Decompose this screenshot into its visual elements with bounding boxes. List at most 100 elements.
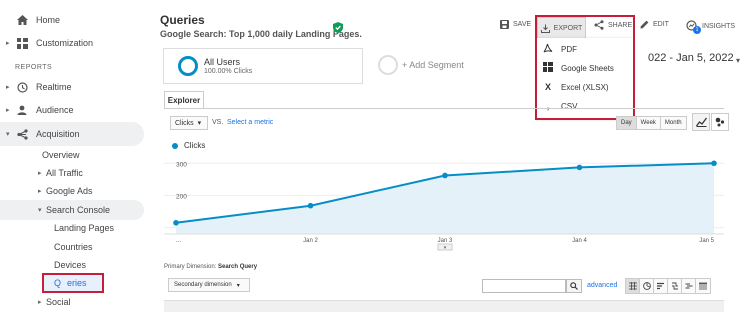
clicks-data-point[interactable] bbox=[173, 219, 179, 226]
comparison-view-button[interactable] bbox=[668, 279, 682, 293]
caret-down-icon: ▾ bbox=[6, 131, 10, 138]
insights-badge: 1 bbox=[693, 26, 701, 34]
share-button[interactable]: SHARE bbox=[594, 20, 632, 30]
sidebar-item-label: Home bbox=[36, 15, 61, 25]
sidebar-item-countries[interactable]: Countries bbox=[0, 237, 150, 257]
sidebar-item-label: Social bbox=[46, 297, 71, 307]
caret-down-icon: ▾ bbox=[38, 207, 42, 214]
period-week-button[interactable]: Week bbox=[636, 117, 661, 129]
sidebar-item-google-ads[interactable]: ▸ Google Ads bbox=[0, 181, 150, 201]
sidebar-item-home[interactable]: Home bbox=[0, 10, 150, 30]
segment-all-users[interactable]: All Users 100.00% Clicks bbox=[163, 48, 363, 84]
sidebar-item-queries[interactable]: Q eries bbox=[42, 273, 104, 293]
motion-chart-button[interactable] bbox=[711, 113, 729, 131]
pivot-view-button[interactable] bbox=[696, 279, 710, 293]
clicks-data-point[interactable] bbox=[711, 160, 717, 167]
insights-icon: 1 bbox=[686, 20, 701, 34]
sidebar-item-audience[interactable]: ▸ Audience bbox=[0, 100, 150, 120]
caret-right-icon: ▸ bbox=[6, 107, 10, 114]
secondary-dimension-label: Secondary dimension bbox=[174, 282, 232, 288]
select-metric-link[interactable]: Select a metric bbox=[227, 119, 273, 126]
add-segment-label: + Add Segment bbox=[402, 60, 464, 70]
page-subtitle: Google Search: Top 1,000 daily Landing P… bbox=[160, 29, 362, 39]
x-tick-label: Jan 2 bbox=[303, 238, 318, 244]
primary-dimension-label: Primary Dimension: bbox=[164, 264, 217, 270]
edit-button[interactable]: EDIT bbox=[640, 20, 669, 29]
primary-dimension-value[interactable]: Search Query bbox=[218, 264, 257, 270]
bubble-chart-icon bbox=[715, 117, 725, 127]
pie-view-button[interactable] bbox=[640, 279, 654, 293]
term-cloud-view-button[interactable] bbox=[682, 279, 696, 293]
data-table-view-button[interactable] bbox=[626, 279, 640, 293]
clicks-data-point[interactable] bbox=[576, 164, 583, 171]
x-tick-ellipsis: ... bbox=[176, 238, 181, 244]
insights-button[interactable]: 1 INSIGHTS bbox=[686, 20, 736, 34]
metric-select-value: Clicks bbox=[175, 119, 194, 127]
menu-item-label: PDF bbox=[561, 44, 577, 54]
table-search-input[interactable] bbox=[482, 279, 566, 293]
export-pdf-item[interactable]: PDF bbox=[543, 40, 577, 58]
caret-right-icon: ▸ bbox=[38, 170, 42, 177]
add-segment-button[interactable]: + Add Segment bbox=[372, 48, 522, 84]
sidebar-item-overview[interactable]: Overview bbox=[0, 145, 150, 165]
sidebar-item-all-traffic[interactable]: ▸ All Traffic bbox=[0, 163, 150, 183]
sidebar-item-label: Realtime bbox=[36, 82, 72, 92]
tab-divider bbox=[164, 108, 724, 109]
tab-explorer[interactable]: Explorer bbox=[164, 91, 204, 109]
sidebar-item-label: All Traffic bbox=[46, 168, 83, 178]
sidebar-item-realtime[interactable]: ▸ Realtime bbox=[0, 77, 150, 97]
period-toggle: Day Week Month bbox=[616, 116, 687, 130]
caret-right-icon: ▸ bbox=[38, 299, 42, 306]
export-sheets-item[interactable]: Google Sheets bbox=[543, 59, 614, 77]
save-icon bbox=[500, 20, 509, 29]
performance-view-button[interactable] bbox=[654, 279, 668, 293]
primary-dimension: Primary Dimension: Search Query bbox=[164, 264, 257, 270]
period-month-button[interactable]: Month bbox=[660, 117, 686, 129]
export-label: EXPORT bbox=[553, 24, 583, 32]
menu-item-label: Google Sheets bbox=[561, 63, 614, 73]
segment-percentage: 100.00% Clicks bbox=[204, 68, 253, 75]
term-cloud-icon bbox=[685, 283, 692, 289]
period-day-button[interactable]: Day bbox=[617, 117, 637, 129]
export-csv-item[interactable]: , CSV bbox=[543, 97, 578, 115]
table-header bbox=[164, 300, 724, 312]
secondary-dimension-select[interactable]: Secondary dimension ▾ bbox=[168, 278, 250, 292]
sidebar-item-search-console[interactable]: ▾ Search Console bbox=[0, 200, 150, 220]
metric-select[interactable]: Clicks ▾ bbox=[170, 116, 208, 130]
sidebar-item-label: Google Ads bbox=[46, 186, 93, 196]
bar-list-icon bbox=[656, 282, 664, 290]
export-icon bbox=[540, 24, 550, 33]
acquisition-icon bbox=[16, 128, 28, 140]
sidebar-item-label: Search Console bbox=[46, 205, 111, 215]
line-chart-button[interactable] bbox=[692, 113, 710, 131]
sidebar-item-landing-pages[interactable]: Landing Pages bbox=[0, 218, 150, 238]
sidebar-item-social[interactable]: ▸ Social bbox=[0, 292, 150, 312]
clicks-chart: 300200100Jan 2Jan 3Jan 4Jan 5...▾ bbox=[164, 160, 724, 251]
x-tick-label: Jan 5 bbox=[699, 238, 714, 244]
sidebar-item-acquisition[interactable]: ▾ Acquisition bbox=[0, 124, 150, 144]
reports-section-heading: REPORTS bbox=[15, 64, 53, 71]
pie-chart-icon bbox=[642, 282, 651, 290]
export-menu: PDF Google Sheets X Excel (XLSX) , CSV bbox=[537, 38, 633, 118]
menu-item-label: CSV bbox=[561, 101, 578, 111]
csv-icon: , bbox=[546, 101, 550, 111]
advanced-filter-link[interactable]: advanced bbox=[587, 282, 617, 289]
caret-down-icon[interactable]: ▾ bbox=[736, 56, 740, 65]
export-button[interactable]: EXPORT bbox=[537, 17, 586, 39]
sidebar-item-customization[interactable]: ▸ Customization bbox=[0, 33, 150, 53]
q-icon: Q bbox=[54, 278, 62, 288]
sidebar-item-label: Countries bbox=[54, 242, 93, 252]
y-tick-label: 300 bbox=[176, 161, 187, 168]
clock-icon bbox=[16, 81, 28, 93]
sidebar-item-label: Customization bbox=[36, 38, 94, 48]
sidebar-item-devices[interactable]: Devices bbox=[0, 255, 150, 275]
clicks-data-point[interactable] bbox=[307, 202, 314, 209]
segment-circle-icon bbox=[178, 56, 198, 76]
save-button[interactable]: SAVE bbox=[500, 20, 531, 29]
insights-label: INSIGHTS bbox=[702, 22, 736, 30]
analytics-page: Home ▸ Customization REPORTS ▸ Realtime … bbox=[0, 0, 752, 312]
search-button[interactable] bbox=[566, 279, 582, 293]
date-range-picker[interactable]: 022 - Jan 5, 2022 bbox=[648, 52, 734, 64]
export-excel-item[interactable]: X Excel (XLSX) bbox=[543, 78, 609, 96]
clicks-data-point[interactable] bbox=[442, 172, 448, 179]
